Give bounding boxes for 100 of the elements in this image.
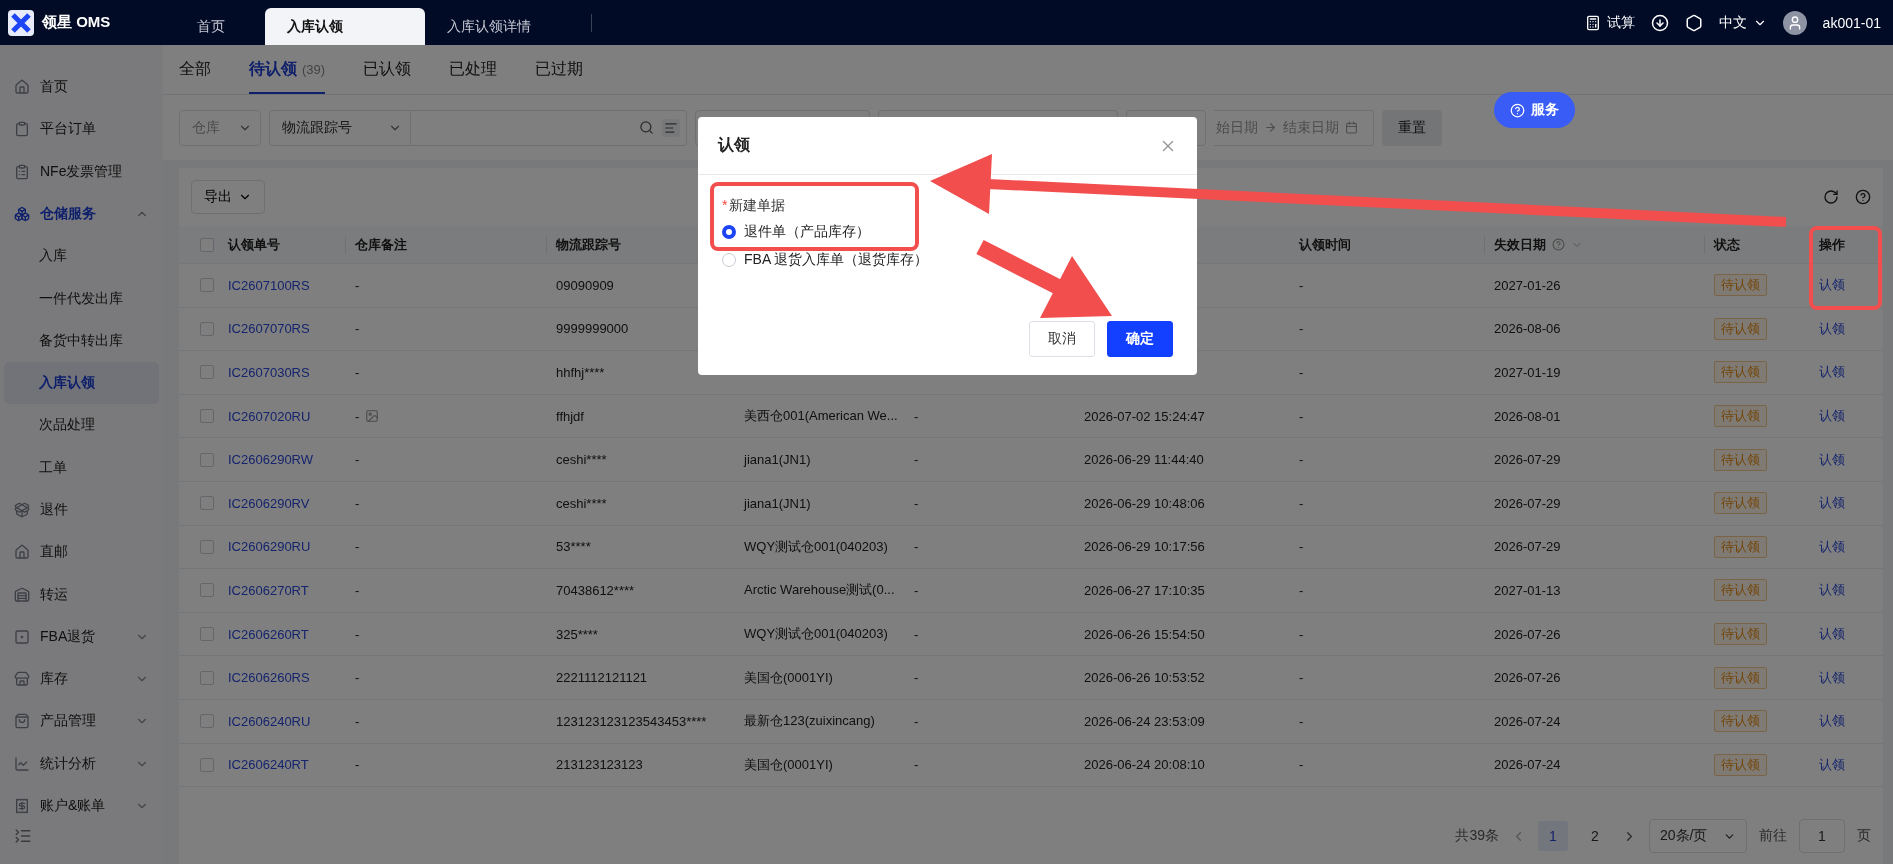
- claim-link[interactable]: 认领: [1819, 494, 1845, 513]
- row-checkbox[interactable]: [200, 365, 214, 380]
- table-cell: 2026-07-26: [1494, 670, 1561, 686]
- claim-number-link[interactable]: IC2606260RT: [228, 626, 309, 642]
- sidebar-item[interactable]: 直邮: [4, 531, 159, 574]
- status-tab[interactable]: 全部: [179, 46, 211, 94]
- row-checkbox[interactable]: [200, 714, 214, 729]
- claim-number-link[interactable]: IC2606270RT: [228, 582, 309, 598]
- row-checkbox[interactable]: [200, 496, 214, 511]
- claim-number-link[interactable]: IC2607030RS: [228, 365, 310, 380]
- status-tag: 待认领: [1714, 317, 1767, 340]
- row-checkbox[interactable]: [200, 321, 214, 336]
- search-icon[interactable]: [639, 120, 654, 135]
- search-field[interactable]: [411, 109, 687, 146]
- sidebar-item[interactable]: 账户&账单: [4, 784, 159, 828]
- sidebar-subitem[interactable]: 次品处理: [4, 404, 159, 447]
- page-number[interactable]: 1: [1538, 821, 1568, 851]
- status-tag: 待认领: [1714, 710, 1767, 733]
- export-button[interactable]: 导出: [191, 180, 265, 214]
- claim-number-link[interactable]: IC2606290RW: [228, 452, 314, 468]
- help-icon[interactable]: [1855, 189, 1871, 205]
- confirm-button[interactable]: 确定: [1107, 321, 1173, 357]
- sidebar-item[interactable]: 首页: [4, 66, 159, 109]
- status-tab[interactable]: 已处理: [449, 46, 498, 94]
- claim-link[interactable]: 认领: [1819, 537, 1845, 556]
- claim-link[interactable]: 认领: [1819, 755, 1845, 774]
- claim-link[interactable]: 认领: [1819, 712, 1845, 731]
- service-button[interactable]: 服务: [1494, 92, 1575, 128]
- refresh-icon[interactable]: [1823, 189, 1839, 205]
- sidebar-subitem[interactable]: 备货中转出库: [4, 319, 159, 362]
- table-cell: -: [1299, 582, 1304, 598]
- table-cell: 2026-07-29: [1494, 452, 1561, 468]
- collapse-icon[interactable]: [14, 827, 32, 846]
- table-cell: 09090909: [556, 277, 614, 293]
- sidebar-item[interactable]: 转运: [4, 573, 159, 616]
- sidebar-item[interactable]: 产品管理: [4, 700, 159, 743]
- claim-number-link[interactable]: IC2606290RU: [228, 539, 311, 555]
- row-checkbox[interactable]: [200, 757, 214, 772]
- table-cell: 2026-06-24 23:53:09: [1084, 713, 1205, 729]
- status-tab[interactable]: 已认领: [363, 46, 412, 94]
- sidebar-item[interactable]: 统计分析: [4, 742, 159, 785]
- sidebar-subitem[interactable]: 工单: [4, 446, 159, 489]
- table-cell: 2026-06-29 10:48:06: [1084, 495, 1205, 511]
- sidebar-item[interactable]: 平台订单: [4, 108, 159, 151]
- sidebar-item[interactable]: FBA退货: [4, 615, 159, 658]
- avatar[interactable]: [1782, 10, 1807, 35]
- checkbox[interactable]: [200, 237, 214, 252]
- warehouse-icon: [14, 586, 30, 603]
- sidebar-item[interactable]: NFe发票管理: [4, 150, 159, 193]
- claim-number-link[interactable]: IC2607020RU: [228, 408, 311, 424]
- sidebar-item[interactable]: 仓储服务: [4, 192, 159, 236]
- claim-link[interactable]: 认领: [1819, 668, 1845, 687]
- claim-number-link[interactable]: IC2607070RS: [228, 321, 310, 337]
- calculator-icon: [1584, 14, 1601, 31]
- sidebar-item[interactable]: 退件: [4, 488, 159, 532]
- table-cell: 2026-08-06: [1494, 321, 1561, 337]
- table-cell: 53****: [556, 539, 591, 555]
- table-cell: -: [355, 365, 360, 380]
- row-checkbox[interactable]: [200, 583, 214, 598]
- sidebar-item[interactable]: 库存: [4, 657, 159, 701]
- row-checkbox[interactable]: [200, 452, 214, 467]
- page-tab[interactable]: 首页: [175, 8, 265, 45]
- claim-number-link[interactable]: IC2607100RS: [228, 277, 310, 293]
- filter-icon[interactable]: [662, 118, 680, 137]
- home-icon: [14, 79, 30, 96]
- search-type-select[interactable]: 物流跟踪号: [269, 109, 411, 146]
- column-header: 仓库备注: [346, 235, 547, 254]
- claim-link[interactable]: 认领: [1819, 276, 1845, 295]
- row-checkbox[interactable]: [200, 278, 214, 293]
- claim-link[interactable]: 认领: [1819, 319, 1845, 338]
- page-tab[interactable]: 入库认领详情: [425, 8, 585, 45]
- page-number[interactable]: 2: [1580, 821, 1610, 851]
- claim-number-link[interactable]: IC2606260RS: [228, 670, 310, 686]
- status-tab[interactable]: 已过期: [535, 46, 584, 94]
- image-icon[interactable]: [365, 409, 380, 424]
- row-checkbox[interactable]: [200, 539, 214, 554]
- claim-link[interactable]: 认领: [1819, 407, 1845, 426]
- row-checkbox[interactable]: [200, 409, 214, 424]
- row-checkbox[interactable]: [200, 670, 214, 685]
- reset-button[interactable]: 重置: [1382, 109, 1442, 146]
- claim-link[interactable]: 认领: [1819, 581, 1845, 600]
- claim-number-link[interactable]: IC2606240RT: [228, 757, 309, 773]
- page-size-select[interactable]: 20条/页: [1649, 819, 1747, 853]
- claim-link[interactable]: 认领: [1819, 450, 1845, 469]
- claim-number-link[interactable]: IC2606240RU: [228, 713, 311, 729]
- claim-number-link[interactable]: IC2606290RV: [228, 495, 310, 511]
- row-checkbox[interactable]: [200, 627, 214, 642]
- sidebar-subitem[interactable]: 一件代发出库: [4, 277, 159, 320]
- sidebar-subitem[interactable]: 入库认领: [4, 361, 159, 405]
- claim-link[interactable]: 认领: [1819, 363, 1845, 382]
- claim-link[interactable]: 认领: [1819, 625, 1845, 644]
- language-select[interactable]: 中文: [1718, 13, 1767, 32]
- sidebar-subitem[interactable]: 入库: [4, 235, 159, 278]
- table-cell: -: [914, 408, 919, 424]
- house-icon: [14, 544, 30, 561]
- download-icon[interactable]: [1650, 13, 1669, 32]
- cancel-button[interactable]: 取消: [1029, 321, 1095, 357]
- goto-page-field[interactable]: 1: [1799, 819, 1845, 853]
- page-tab[interactable]: 入库认领: [265, 8, 425, 45]
- trial-calc-link[interactable]: 试算: [1584, 13, 1635, 32]
